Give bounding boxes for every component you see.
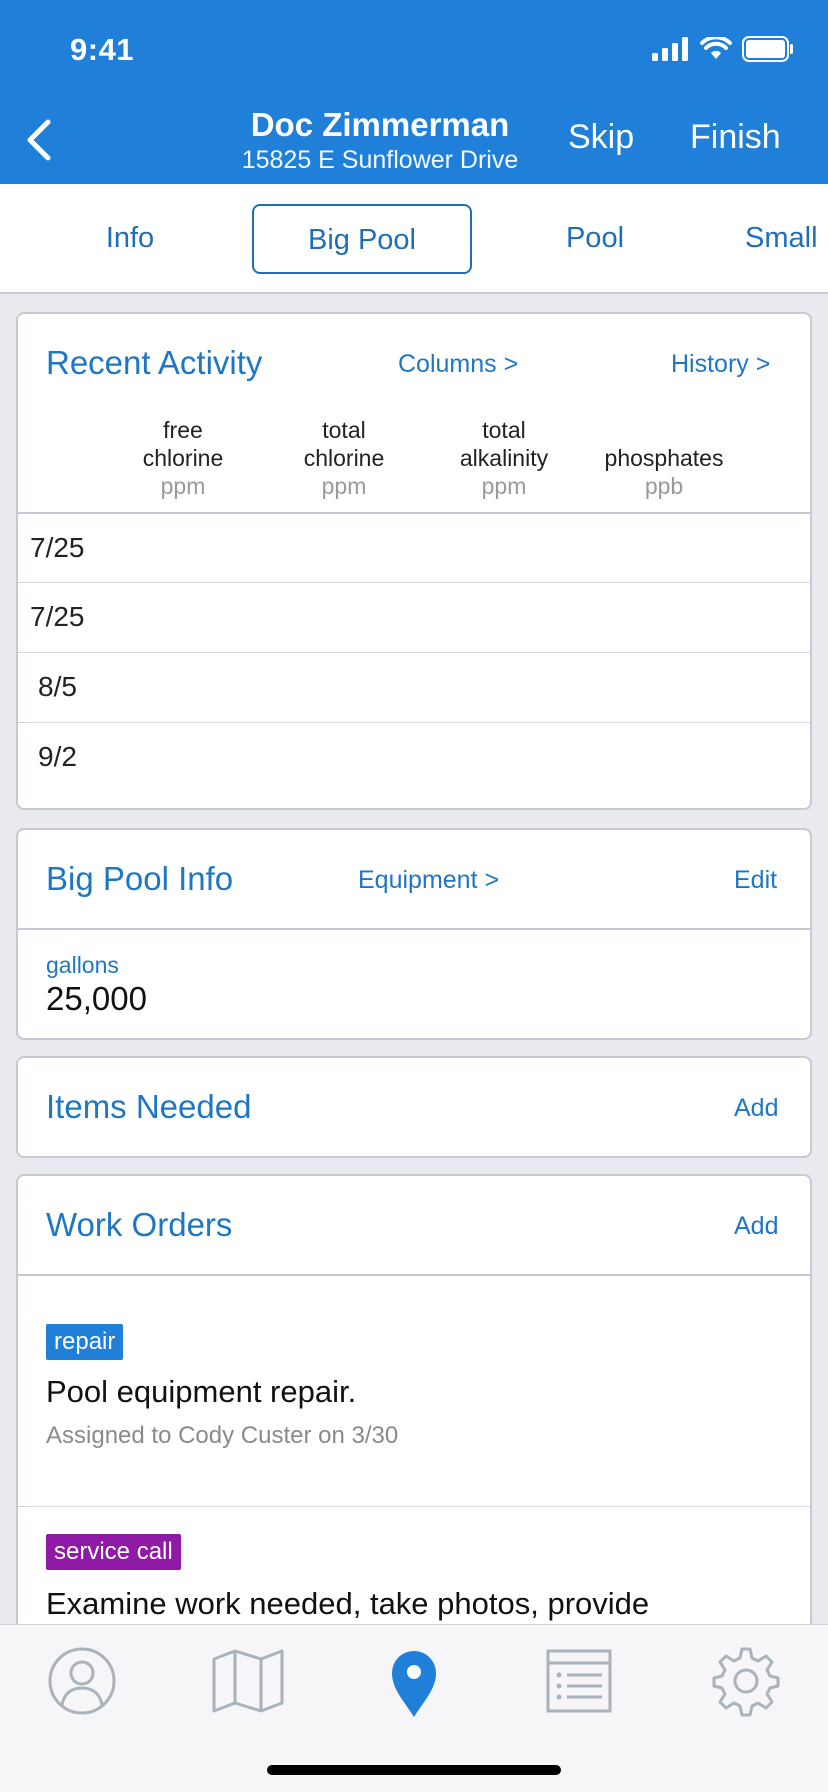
row-date: 7/25 bbox=[30, 601, 85, 632]
home-indicator bbox=[267, 1765, 561, 1775]
list-icon bbox=[546, 1649, 612, 1713]
edit-button[interactable]: Edit bbox=[734, 866, 777, 895]
back-button[interactable] bbox=[20, 116, 60, 164]
repair-tag: repair bbox=[46, 1324, 124, 1360]
finish-button[interactable]: Finish bbox=[690, 118, 781, 157]
service-call-tag: service call bbox=[46, 1534, 181, 1570]
profile-icon bbox=[48, 1647, 116, 1715]
tab-big-pool[interactable]: Big Pool bbox=[252, 204, 472, 274]
location-pin-icon bbox=[392, 1651, 436, 1717]
column-header: total chlorine ppm bbox=[303, 417, 385, 499]
pool-info-card: Big Pool Info Equipment > Edit gallons 2… bbox=[16, 828, 812, 1040]
equipment-link[interactable]: Equipment > bbox=[358, 866, 499, 895]
items-needed-title: Items Needed bbox=[46, 1088, 252, 1125]
page-title: Doc Zimmerman bbox=[250, 106, 510, 143]
page-subtitle: 15825 E Sunflower Drive bbox=[241, 146, 519, 174]
tab-small[interactable]: Small bbox=[745, 204, 828, 274]
skip-button[interactable]: Skip bbox=[568, 118, 634, 157]
recent-activity-title: Recent Activity bbox=[46, 344, 263, 381]
pool-info-title: Big Pool Info bbox=[46, 860, 234, 897]
items-needed-card: Items Needed Add bbox=[16, 1056, 812, 1158]
map-icon bbox=[212, 1649, 284, 1713]
row-date: 7/25 bbox=[30, 532, 85, 563]
tab-info[interactable]: Info bbox=[60, 204, 200, 274]
column-header: total alkalinity ppm bbox=[459, 417, 549, 499]
signal-icon bbox=[652, 37, 688, 61]
gallons-label: gallons bbox=[46, 952, 119, 978]
divider bbox=[18, 1506, 810, 1507]
gear-icon bbox=[712, 1647, 780, 1717]
column-header: phosphates ppb bbox=[604, 445, 724, 499]
work-order-title: Examine work needed, take photos, provid… bbox=[46, 1586, 650, 1621]
navigation-header: 9:41 Doc Zimmerman 15825 E Sunflower Dri… bbox=[0, 0, 828, 184]
tab-map[interactable] bbox=[208, 1641, 288, 1721]
tab-pool[interactable]: Pool bbox=[520, 204, 670, 274]
items-add-button[interactable]: Add bbox=[734, 1094, 778, 1123]
table-row[interactable]: 7/25 bbox=[18, 512, 810, 582]
chevron-left-icon bbox=[27, 119, 51, 161]
work-order-title: Pool equipment repair. bbox=[46, 1374, 357, 1409]
work-order-assigned: Assigned to Cody Custer on 3/30 bbox=[46, 1422, 399, 1449]
work-order-item[interactable]: repair Pool equipment repair. Assigned t… bbox=[18, 1276, 810, 1506]
column-header: free chlorine ppm bbox=[142, 417, 224, 499]
status-time: 9:41 bbox=[70, 32, 135, 67]
segment-tabs: Info Big Pool Pool Small bbox=[0, 184, 828, 294]
title-block: Doc Zimmerman 15825 E Sunflower Drive bbox=[200, 106, 560, 176]
tab-profile[interactable] bbox=[42, 1641, 122, 1721]
work-orders-card: Work Orders Add repair Pool equipment re… bbox=[16, 1174, 812, 1654]
tab-settings[interactable] bbox=[706, 1641, 786, 1721]
tab-route[interactable] bbox=[374, 1641, 454, 1721]
divider bbox=[18, 928, 810, 930]
columns-link[interactable]: Columns > bbox=[398, 350, 518, 379]
history-link[interactable]: History > bbox=[671, 350, 770, 379]
table-row[interactable]: 7/25 bbox=[18, 582, 810, 652]
row-date: 8/5 bbox=[38, 671, 77, 702]
table-row[interactable]: 9/2 bbox=[18, 722, 810, 792]
work-orders-add-button[interactable]: Add bbox=[734, 1212, 778, 1241]
wifi-icon bbox=[700, 37, 732, 59]
status-icons bbox=[652, 36, 794, 62]
battery-icon bbox=[742, 36, 793, 62]
table-row[interactable]: 8/5 bbox=[18, 652, 810, 722]
row-date: 9/2 bbox=[38, 741, 77, 772]
work-orders-title: Work Orders bbox=[46, 1206, 233, 1243]
tab-list[interactable] bbox=[540, 1641, 620, 1721]
gallons-value: 25,000 bbox=[46, 980, 147, 1017]
